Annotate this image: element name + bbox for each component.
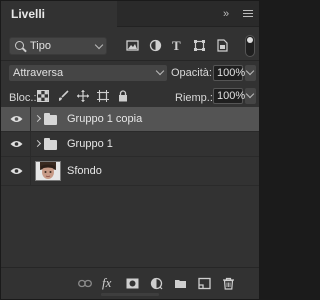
panel-menu-icon[interactable]	[243, 10, 253, 18]
lock-pixels-brush-icon[interactable]	[57, 90, 69, 102]
link-icon[interactable]	[78, 277, 92, 290]
divider	[1, 60, 259, 61]
smart-object-filter-icon[interactable]	[216, 39, 229, 52]
chevron-right-icon[interactable]	[33, 139, 42, 148]
folder-icon	[44, 138, 57, 150]
lock-label: Bloc.:	[9, 92, 37, 104]
fill-input[interactable]: 100%	[213, 88, 245, 104]
pixel-filter-icon[interactable]	[126, 39, 139, 52]
resize-grip[interactable]	[101, 293, 159, 296]
lock-artboard-icon[interactable]	[97, 90, 109, 102]
fill-label: Riemp.:	[175, 92, 213, 104]
blend-mode-select[interactable]: Attraversa	[9, 65, 167, 81]
layer-name: Gruppo 1	[67, 138, 113, 150]
new-group-icon[interactable]	[174, 277, 187, 290]
opacity-dropdown-button[interactable]	[245, 65, 256, 81]
layer-row-gruppo-1-copia[interactable]: Gruppo 1 copia	[1, 107, 259, 131]
filter-toggle[interactable]	[245, 35, 255, 57]
lock-all-icon[interactable]	[117, 90, 129, 102]
blend-mode-value: Attraversa	[13, 67, 64, 79]
eye-icon[interactable]	[10, 115, 23, 123]
adjustment-filter-icon[interactable]	[149, 39, 162, 52]
lock-position-move-icon[interactable]	[77, 90, 89, 102]
type-filter-icon[interactable]: T	[172, 39, 185, 52]
filter-kind-select[interactable]: Tipo	[9, 37, 107, 55]
fill-dropdown-button[interactable]	[245, 88, 256, 104]
chevron-down-icon	[155, 66, 165, 76]
eye-icon[interactable]	[10, 140, 23, 148]
layer-row-gruppo-1[interactable]: Gruppo 1	[1, 132, 259, 156]
collapse-icon[interactable]: »	[223, 8, 235, 20]
adjustment-layer-icon[interactable]	[150, 277, 163, 290]
folder-icon	[44, 113, 57, 125]
shape-filter-icon[interactable]	[193, 39, 206, 52]
search-icon	[15, 41, 24, 50]
tab-livelli[interactable]: Livelli	[1, 1, 117, 27]
new-layer-icon[interactable]	[198, 277, 211, 290]
filter-kind-label: Tipo	[30, 40, 51, 52]
layer-row-sfondo[interactable]: Sfondo	[1, 157, 259, 185]
chevron-right-icon[interactable]	[33, 114, 42, 123]
mask-icon[interactable]	[126, 277, 139, 290]
divider	[1, 185, 259, 186]
opacity-input[interactable]: 100%	[213, 65, 245, 81]
layer-name: Sfondo	[67, 165, 102, 177]
eye-icon[interactable]	[10, 167, 23, 175]
chevron-down-icon	[94, 40, 104, 50]
panel-titlebar: Livelli »	[1, 1, 259, 27]
lock-transparency-icon[interactable]	[37, 90, 49, 102]
chevron-down-icon	[245, 89, 255, 99]
trash-icon[interactable]	[222, 277, 235, 290]
opacity-label: Opacità:	[171, 67, 212, 79]
layers-panel: Livelli » Tipo T Attraversa Opacità: 100…	[0, 0, 260, 300]
layer-name: Gruppo 1 copia	[67, 113, 143, 125]
chevron-down-icon	[245, 66, 255, 76]
layer-thumbnail	[35, 161, 61, 181]
fx-icon[interactable]: fx	[102, 276, 115, 290]
layers-list: Gruppo 1 copia Gruppo 1 Sfondo	[1, 107, 259, 265]
